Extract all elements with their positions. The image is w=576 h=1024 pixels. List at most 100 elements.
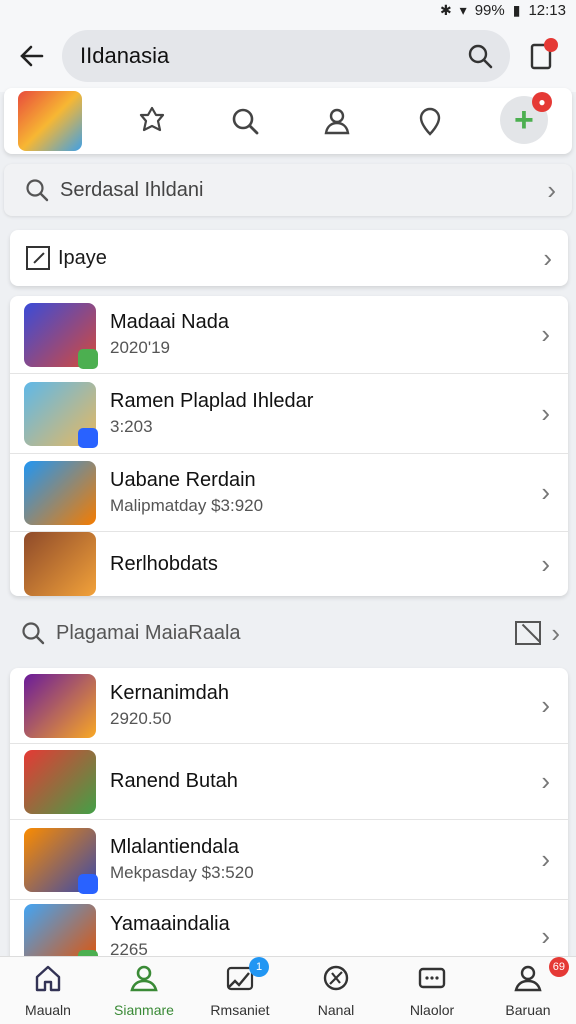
app-thumbnail	[24, 302, 98, 369]
battery-level: 99%	[474, 1, 505, 19]
item-text: Ranend Butah	[110, 770, 541, 793]
item-subtitle: 3:203	[110, 417, 153, 436]
category-puzzle[interactable]	[130, 99, 174, 143]
item-title: Uabane Rerdain	[110, 469, 256, 491]
profile-icon	[129, 963, 159, 998]
add-badge: ●	[531, 92, 552, 112]
nav-item[interactable]: 69 Baruan	[483, 957, 573, 1018]
item-title: Madaai Nada	[110, 311, 229, 333]
app-thumbnail	[24, 673, 96, 738]
nav-label: Nlaolor	[409, 1002, 455, 1018]
list-item[interactable]: Ranend Butah ›	[10, 744, 568, 820]
item-title: Mlalantiendala	[110, 836, 239, 858]
chevron-right-icon: ›	[541, 398, 550, 428]
pin-icon	[419, 107, 440, 136]
nav-label: Sianmare	[114, 1002, 174, 1018]
add-button[interactable]: + ●	[499, 92, 552, 146]
notification-dot	[544, 38, 558, 52]
nav-item[interactable]: 1 Rmsaniet	[195, 957, 285, 1018]
item-subtitle: Malipmatday $3:920	[110, 496, 264, 515]
list-item[interactable]: Ramen Plaplad Ihledar 3:203 ›	[10, 374, 568, 454]
category-profile[interactable]	[315, 99, 359, 143]
app-thumbnail	[24, 460, 96, 525]
item-title: Rerlhobdats	[110, 552, 218, 575]
item-subtitle: 2920.50	[110, 709, 172, 728]
category-bar: + ●	[4, 88, 572, 154]
item-title: Ranend Butah	[110, 770, 238, 792]
nav-item[interactable]: Sianmare	[99, 963, 189, 1018]
wifi-icon: ▾	[459, 1, 467, 18]
list-item[interactable]: Madaai Nada 2020'19 ›	[10, 296, 568, 374]
list-item[interactable]: Mlalantiendala Mekpasday $3:520 ›	[10, 820, 568, 900]
list-item[interactable]: Uabane Rerdain Malipmatday $3:920 ›	[10, 454, 568, 532]
app-thumbnail	[24, 381, 98, 448]
search-icon[interactable]	[466, 42, 494, 70]
chevron-right-icon: ›	[541, 920, 550, 951]
nav-item[interactable]: Nlaolor	[387, 963, 477, 1018]
chevron-right-icon: ›	[541, 690, 550, 720]
item-subtitle: Mekpasday $3:520	[110, 863, 254, 882]
chevron-right-icon: ›	[551, 617, 560, 648]
person-icon	[324, 108, 350, 135]
item-title: Ramen Plaplad Ihledar	[110, 390, 314, 412]
item-text: Yamaaindalia 2265	[110, 913, 541, 960]
back-arrow-icon	[20, 45, 44, 67]
edit-box-icon	[26, 246, 50, 270]
account-icon	[513, 963, 543, 998]
category-search[interactable]	[223, 99, 267, 143]
clock: 12:13	[528, 1, 566, 19]
item-title: Yamaaindalia	[110, 912, 230, 935]
nav-label: Maualn	[25, 1002, 71, 1018]
chevron-right-icon: ›	[541, 844, 550, 874]
platform-badge-icon	[78, 348, 98, 369]
app-thumbnail	[24, 827, 98, 894]
item-text: Kernanimdah 2920.50	[110, 682, 541, 729]
top-bar: IIdanasia	[0, 20, 576, 92]
bluetooth-icon: ✱	[439, 1, 452, 18]
search-icon	[232, 108, 259, 135]
battery-icon: ▮	[512, 1, 521, 18]
status-bar: ✱ ▾ 99% ▮ 12:13	[0, 0, 576, 20]
search-icon	[22, 622, 45, 645]
collapse-icon[interactable]	[515, 621, 542, 645]
compass-icon	[321, 963, 351, 998]
back-button[interactable]	[12, 36, 52, 76]
featured-app-thumbnail[interactable]	[18, 91, 82, 151]
app-list-2: Kernanimdah 2920.50 › Ranend Butah › Mlalanti…	[10, 668, 568, 972]
search-suggestion-row[interactable]: Serdasal Ihldani ›	[4, 164, 572, 216]
item-text: Mlalantiendala Mekpasday $3:520	[110, 836, 541, 883]
home-icon	[33, 963, 63, 998]
platform-badge-icon	[78, 873, 98, 894]
bottom-navigation: Maualn Sianmare 1 Rmsaniet Nanal Nlaolor 69 Bar…	[0, 956, 576, 1024]
suggestion-label: Serdasal Ihldani	[60, 178, 204, 201]
puzzle-icon	[140, 106, 165, 132]
search-field[interactable]: IIdanasia	[62, 30, 510, 82]
chevron-right-icon: ›	[541, 477, 550, 507]
chevron-right-icon: ›	[541, 548, 550, 579]
app-thumbnail	[24, 532, 96, 596]
nav-badge: 1	[249, 957, 269, 977]
list-item[interactable]: Rerlhobdats ›	[10, 532, 568, 596]
category-location[interactable]	[408, 99, 452, 143]
chat-icon	[417, 963, 447, 998]
item-text: Madaai Nada 2020'19	[110, 311, 541, 358]
item-text: Ramen Plaplad Ihledar 3:203	[110, 390, 541, 437]
search-icon	[26, 179, 49, 202]
filter-label: Ipaye	[58, 246, 107, 269]
search-input[interactable]: IIdanasia	[80, 43, 466, 69]
nav-item[interactable]: Nanal	[291, 963, 381, 1018]
section-header-2[interactable]: Plagamai MaiaRaala ›	[20, 612, 560, 654]
list-item[interactable]: Kernanimdah 2920.50 ›	[10, 668, 568, 744]
nav-badge: 69	[548, 957, 569, 977]
chevron-right-icon: ›	[547, 174, 556, 205]
nav-label: Nanal	[317, 1002, 355, 1018]
notifications-button[interactable]	[520, 34, 564, 78]
app-list-1: Madaai Nada 2020'19 › Ramen Plaplad Ihledar…	[10, 296, 568, 596]
item-text: Uabane Rerdain Malipmatday $3:920	[110, 469, 541, 516]
section-label: Plagamai MaiaRaala	[56, 621, 241, 644]
chevron-right-icon: ›	[543, 242, 552, 273]
filter-row[interactable]: Ipaye ›	[10, 230, 568, 286]
chevron-right-icon: ›	[541, 766, 550, 796]
nav-label: Baruan	[505, 1002, 551, 1018]
nav-item[interactable]: Maualn	[3, 963, 93, 1018]
